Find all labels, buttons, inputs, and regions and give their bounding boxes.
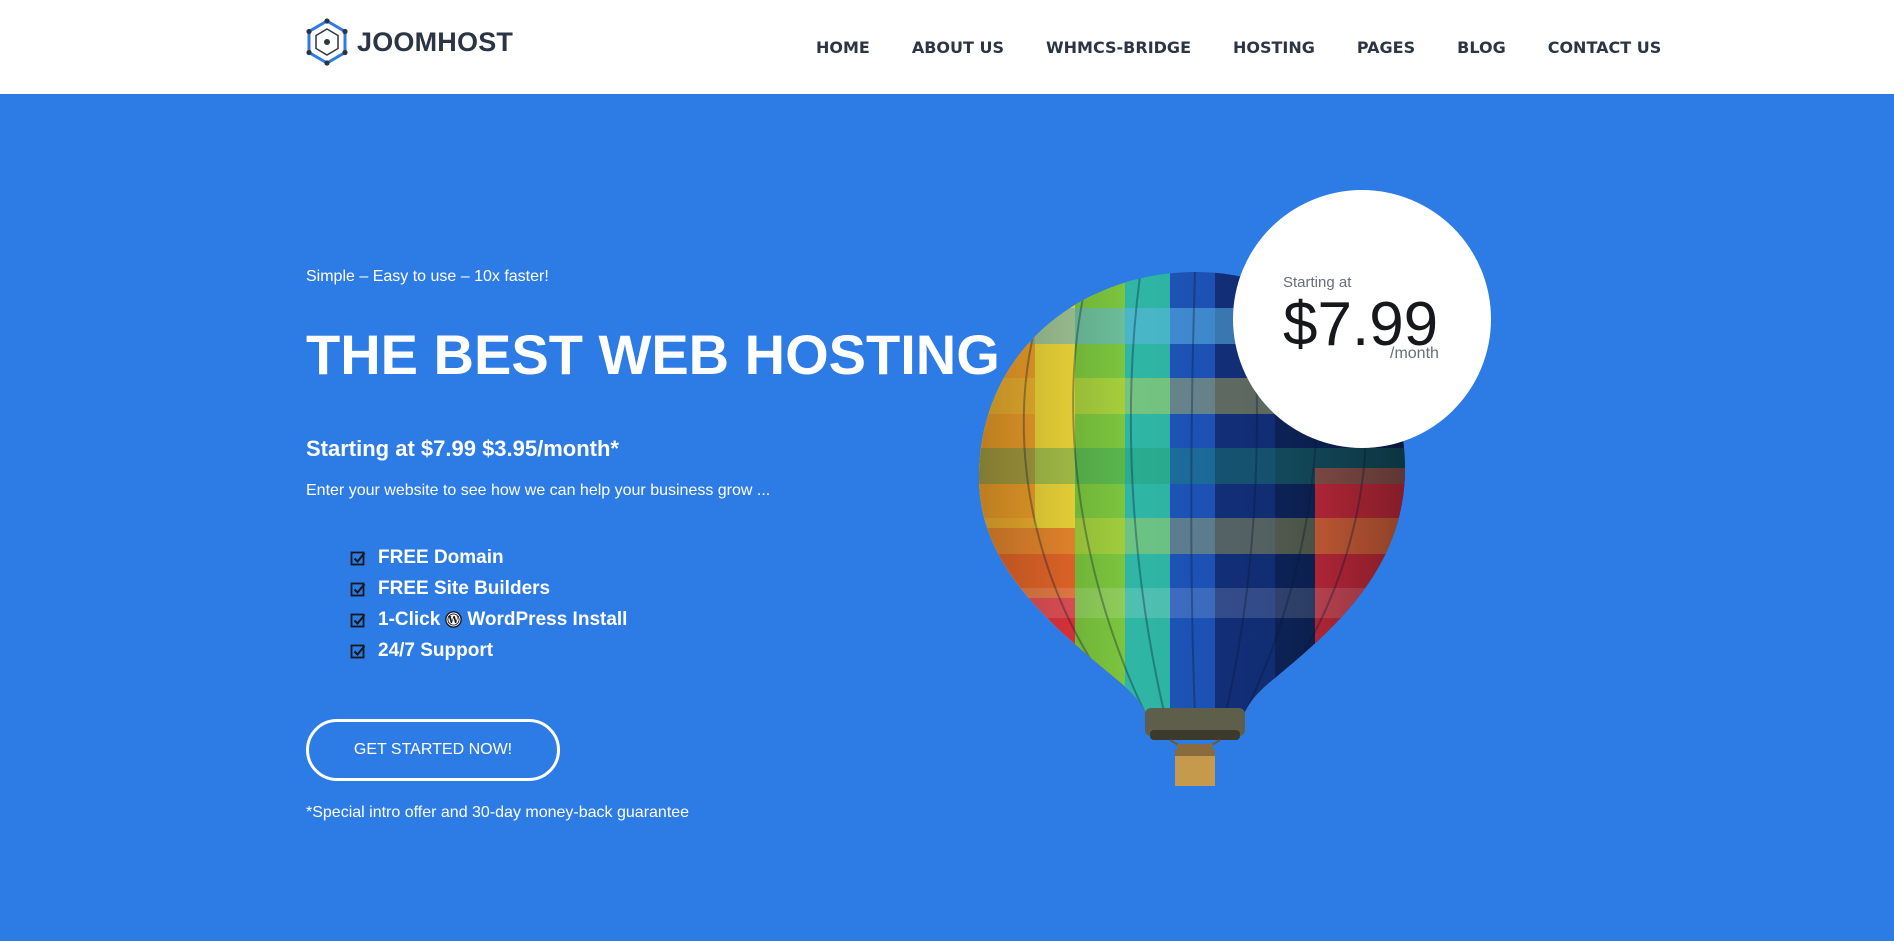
feature-text: 24/7 Support xyxy=(378,639,494,661)
feature-list: FREE Domain FREE Site Builders 1-Click W… xyxy=(350,542,627,666)
feature-text-before: 1-Click xyxy=(378,608,441,630)
nav-item-hosting[interactable]: HOSTING xyxy=(1233,38,1315,57)
offer-note: *Special intro offer and 30-day money-ba… xyxy=(306,804,690,821)
site-header: JOOMHOST HOME ABOUT US WHMCS-BRIDGE HOST… xyxy=(0,0,1894,94)
main-nav: HOME ABOUT US WHMCS-BRIDGE HOSTING PAGES… xyxy=(795,0,1682,94)
logo[interactable]: JOOMHOST xyxy=(305,18,513,66)
nav-item-blog[interactable]: BLOG xyxy=(1457,38,1506,57)
nav-item-home[interactable]: HOME xyxy=(816,38,870,57)
price-badge-period: /month xyxy=(1390,345,1439,362)
hexagon-logo-icon xyxy=(306,18,348,66)
nav-item-about-us[interactable]: ABOUT US xyxy=(912,38,1004,57)
price-badge: Starting at $7.99 /month xyxy=(1233,190,1491,448)
nav-item-contact-us[interactable]: CONTACT US xyxy=(1548,38,1662,57)
price-badge-label: Starting at xyxy=(1283,274,1352,291)
page: JOOMHOST HOME ABOUT US WHMCS-BRIDGE HOST… xyxy=(0,0,1894,941)
feature-item: 1-Click W WordPress Install xyxy=(350,604,627,635)
nav-item-pages[interactable]: PAGES xyxy=(1357,38,1415,57)
feature-item: 24/7 Support xyxy=(350,635,627,666)
checkbox-icon xyxy=(350,582,366,596)
feature-text-after: WordPress Install xyxy=(467,608,628,630)
get-started-button[interactable]: GET STARTED NOW! xyxy=(306,719,560,781)
checkbox-icon xyxy=(350,644,366,658)
feature-item: FREE Domain xyxy=(350,542,627,573)
hero-price-line: Starting at $7.99 $3.95/month* xyxy=(306,436,619,461)
feature-item: FREE Site Builders xyxy=(350,573,627,604)
feature-text: FREE Domain xyxy=(378,546,504,568)
wordpress-icon: W xyxy=(445,611,463,628)
svg-text:W: W xyxy=(448,615,460,626)
logo-text: JOOMHOST xyxy=(357,26,514,57)
feature-text: FREE Site Builders xyxy=(378,577,551,599)
hero-subtext: Enter your website to see how we can hel… xyxy=(306,482,771,499)
hero-headline: THE BEST WEB HOSTING xyxy=(306,323,1000,386)
nav-item-whmcs-bridge[interactable]: WHMCS-BRIDGE xyxy=(1046,38,1191,57)
checkbox-icon xyxy=(350,613,366,627)
hero-tagline: Simple – Easy to use – 10x faster! xyxy=(306,268,549,285)
checkbox-icon xyxy=(350,551,366,565)
